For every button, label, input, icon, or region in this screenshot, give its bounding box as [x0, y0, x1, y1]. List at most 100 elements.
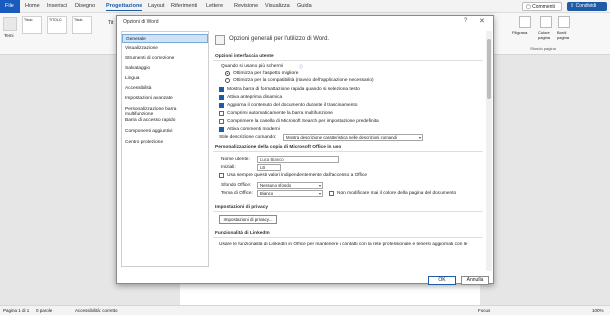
options-nav: Generale Visualizzazione Strumenti di co…	[121, 31, 209, 267]
themes-icon[interactable]	[3, 17, 17, 31]
privacy-section-heading: Impostazioni di privacy	[215, 205, 269, 210]
linkedin-description: Usare le funzionalità di LinkedIn in Off…	[219, 242, 468, 247]
initials-label: Iniziali:	[221, 165, 236, 170]
section-divider	[213, 211, 483, 212]
accessibility-status[interactable]: Accessibilità: corretto	[75, 308, 118, 313]
checkbox-collapse-ribbon[interactable]	[219, 111, 224, 116]
section-divider	[213, 151, 483, 152]
style-gallery-item-3[interactable]: Titolo	[72, 16, 92, 34]
checkbox-update-drag-label: Aggiorna il contenuto del documento dura…	[227, 103, 358, 108]
watermark-icon[interactable]	[519, 16, 531, 28]
username-label: Nome utente:	[221, 157, 250, 162]
office-background-select[interactable]: Nessuno sfondo ▾	[257, 182, 323, 189]
style-label: Tit	[108, 20, 114, 26]
focus-button[interactable]: Focus	[478, 308, 490, 313]
nav-item-visualizzazione[interactable]: Visualizzazione	[122, 44, 208, 53]
nav-item-generale[interactable]: Generale	[122, 34, 208, 43]
scrollbar-thumb[interactable]	[487, 39, 491, 99]
tab-layout[interactable]: Layout	[148, 3, 165, 9]
nav-item-salvataggio[interactable]: Salvataggio	[122, 64, 208, 73]
chevron-down-icon: ▾	[318, 191, 321, 196]
nav-item-componenti-aggiuntivi[interactable]: Componenti aggiuntivi	[122, 127, 208, 136]
ui-section-heading: Opzioni interfaccia utente	[215, 54, 274, 59]
checkbox-modern-comments-label: Attiva commenti moderni	[227, 127, 280, 132]
checkbox-update-drag[interactable]	[219, 103, 224, 108]
cancel-button[interactable]: Annulla	[461, 276, 489, 285]
checkbox-modern-comments[interactable]	[219, 127, 224, 132]
background-label: Sfondo Office:	[221, 183, 252, 188]
comments-button[interactable]: ▢ Commenti	[522, 2, 562, 11]
nav-item-barra-accesso-rapido[interactable]: Barra di accesso rapido	[122, 116, 208, 125]
page-borders-label: Bordi pagina	[557, 30, 570, 40]
office-theme-select[interactable]: Bianco ▾	[257, 190, 323, 197]
dialog-title: Opzioni di Word	[123, 19, 159, 25]
tab-revisione[interactable]: Revisione	[234, 3, 258, 9]
tab-lettere[interactable]: Lettere	[206, 3, 223, 9]
nav-item-strumenti-correzione[interactable]: Strumenti di correzione	[122, 54, 208, 63]
tab-progettazione[interactable]: Progettazione	[106, 3, 143, 11]
checkbox-live-preview-label: Attiva anteprima dinamica	[227, 95, 283, 100]
nav-item-centro-protezione[interactable]: Centro protezione	[122, 138, 208, 147]
page-count[interactable]: Pagina 1 di 1	[3, 308, 29, 313]
radio-best-appearance-label: Ottimizza per l'aspetto migliore	[233, 71, 299, 76]
ok-button[interactable]: OK	[428, 276, 456, 285]
chevron-down-icon: ▾	[418, 135, 421, 140]
tooltip-style-label: Stile descrizione comando:	[219, 135, 277, 140]
radio-best-appearance[interactable]	[225, 71, 230, 76]
page-background-group-label: Sfondo pagina	[530, 46, 556, 51]
checkbox-collapse-search-label: Comprimere la casella di Microsoft Searc…	[227, 119, 379, 124]
close-icon[interactable]: ✕	[479, 17, 485, 25]
word-options-dialog: Opzioni di Word ? ✕ Generale Visualizzaz…	[116, 15, 494, 285]
page-color-icon[interactable]	[540, 16, 552, 28]
style-gallery-item-2[interactable]: TITOLO	[47, 16, 67, 34]
username-field[interactable]: Luca Bianco	[257, 156, 339, 163]
section-divider	[213, 60, 483, 61]
tooltip-style-select[interactable]: Mostra descrizione caratteristica nelle …	[283, 134, 423, 141]
checkbox-no-page-color-label: Non modificare mai il colore della pagin…	[337, 191, 457, 196]
radio-compatibility-label: Ottimizza per la compatibilità (riavvio …	[233, 78, 374, 83]
tab-inserisci[interactable]: Inserisci	[47, 3, 67, 9]
options-content: Opzioni generali per l'utilizzo di Word.…	[213, 31, 487, 271]
options-scrollbar[interactable]	[486, 31, 492, 271]
office-theme-label: Tema di Office:	[221, 191, 253, 196]
themes-label: Temi	[4, 33, 14, 38]
nav-item-lingua[interactable]: Lingua	[122, 74, 208, 83]
checkbox-mini-toolbar-label: Mostra barra di formattazione rapida qua…	[227, 87, 360, 92]
info-icon: ⓘ	[299, 64, 303, 69]
linkedin-section-heading: Funzionalità di LinkedIn	[215, 231, 270, 236]
checkbox-collapse-search[interactable]	[219, 119, 224, 124]
checkbox-mini-toolbar[interactable]	[219, 87, 224, 92]
settings-icon	[215, 35, 225, 45]
office-section-heading: Personalizzazione della copia di Microso…	[215, 145, 342, 150]
checkbox-always-use-label: Usa sempre questi valori indipendentemen…	[227, 173, 368, 178]
initials-field[interactable]: LB	[257, 164, 281, 171]
nav-item-personalizzazione-barra[interactable]: Personalizzazione barra multifunzione	[122, 105, 208, 117]
tab-visualizza[interactable]: Visualizza	[265, 3, 290, 9]
checkbox-no-page-color[interactable]	[329, 191, 334, 196]
status-bar: Pagina 1 di 1 0 parole Accessibilità: co…	[0, 305, 610, 315]
page-header: Opzioni generali per l'utilizzo di Word.	[229, 36, 330, 42]
style-gallery-item-1[interactable]: Titolo	[22, 16, 42, 34]
chevron-down-icon: ▾	[318, 183, 321, 188]
nav-item-accessibilita[interactable]: Accessibilità	[122, 84, 208, 93]
ribbon-tab-bar: File Home Inserisci Disegno Progettazion…	[0, 0, 610, 13]
page-borders-icon[interactable]	[558, 16, 570, 28]
checkbox-live-preview[interactable]	[219, 95, 224, 100]
privacy-settings-button[interactable]: Impostazioni di privacy...	[219, 215, 277, 224]
word-count[interactable]: 0 parole	[36, 308, 52, 313]
section-divider	[213, 237, 483, 238]
zoom-level[interactable]: 100%	[592, 308, 604, 313]
multi-screen-label: Quando si usano più schermi	[221, 64, 284, 69]
nav-item-impostazioni-avanzate[interactable]: Impostazioni avanzate	[122, 94, 208, 103]
watermark-label: Filigrana	[512, 30, 528, 35]
tab-home[interactable]: Home	[25, 3, 40, 9]
radio-compatibility[interactable]	[225, 78, 230, 83]
help-icon[interactable]: ?	[464, 18, 467, 24]
checkbox-always-use[interactable]	[219, 173, 224, 178]
tab-guida[interactable]: Guida	[297, 3, 312, 9]
tab-riferimenti[interactable]: Riferimenti	[171, 3, 197, 9]
tab-file[interactable]: File	[0, 0, 20, 13]
share-button[interactable]: ⇪ Condividi	[567, 2, 607, 11]
tab-disegno[interactable]: Disegno	[75, 3, 95, 9]
page-color-label: Colore pagina	[538, 30, 551, 40]
